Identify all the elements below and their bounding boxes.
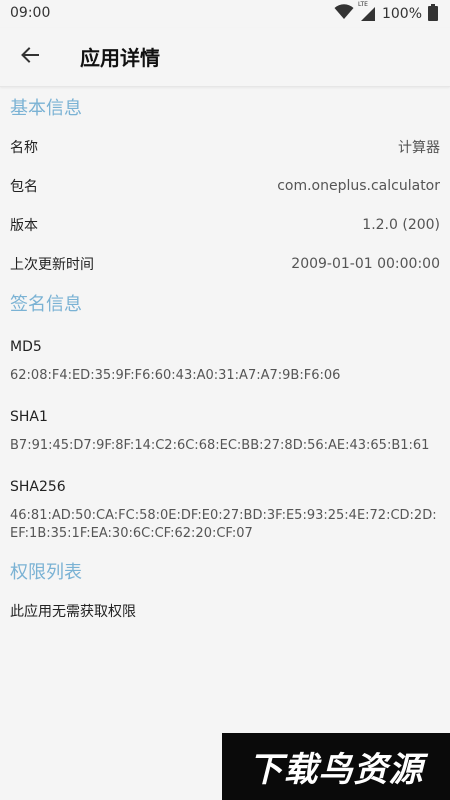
signature-item-sha1: SHA1 B7:91:45:D7:9F:8F:14:C2:6C:68:EC:BB…: [0, 393, 450, 463]
signature-value: 46:81:AD:50:CA:FC:58:0E:DF:E0:27:BD:3F:E…: [10, 508, 437, 541]
wifi-icon: [334, 4, 354, 24]
info-row-name: 名称 计算器: [0, 127, 450, 166]
info-row-last-updated: 上次更新时间 2009-01-01 00:00:00: [0, 244, 450, 283]
battery-icon: [428, 3, 438, 25]
signature-label: SHA1: [10, 409, 48, 425]
section-header-basic-info: 基本信息: [10, 98, 82, 119]
signature-item-md5: MD5 62:08:F4:ED:35:9F:F6:60:43:A0:31:A7:…: [0, 323, 450, 393]
section-header-permissions: 权限列表: [10, 562, 82, 583]
status-icons: LTE 100%: [334, 1, 438, 25]
signature-value: B7:91:45:D7:9F:8F:14:C2:6C:68:EC:BB:27:8…: [10, 438, 430, 453]
info-value: com.oneplus.calculator: [277, 177, 440, 194]
app-bar: 应用详情: [0, 28, 450, 87]
watermark-logo: 下载鸟资源: [222, 733, 450, 800]
info-key: 版本: [10, 217, 38, 234]
signature-label: SHA256: [10, 479, 66, 495]
info-row-version: 版本 1.2.0 (200): [0, 205, 450, 244]
status-time: 09:00: [10, 5, 51, 21]
battery-percent: 100%: [381, 6, 422, 22]
info-key: 包名: [10, 178, 38, 195]
permissions-text: 此应用无需获取权限: [10, 604, 136, 620]
signal-icon: LTE: [358, 1, 376, 22]
signature-item-sha256: SHA256 46:81:AD:50:CA:FC:58:0E:DF:E0:27:…: [0, 463, 450, 551]
signature-label: MD5: [10, 339, 42, 355]
app-details-screen: 09:00 LTE 100% 应用详情 基本信息 名称 计算器 包名 com.o…: [0, 0, 450, 800]
info-value: 计算器: [398, 139, 440, 156]
info-row-package: 包名 com.oneplus.calculator: [0, 166, 450, 205]
details-content: 基本信息 名称 计算器 包名 com.oneplus.calculator 版本…: [0, 87, 450, 631]
info-key: 上次更新时间: [10, 256, 94, 273]
section-header-signature-info: 签名信息: [10, 294, 82, 315]
network-type-label: LTE: [357, 1, 368, 8]
info-value: 2009-01-01 00:00:00: [291, 255, 440, 272]
page-title: 应用详情: [80, 46, 160, 70]
arrow-left-icon: [20, 45, 40, 69]
info-key: 名称: [10, 139, 38, 156]
back-button[interactable]: [12, 39, 48, 75]
signature-value: 62:08:F4:ED:35:9F:F6:60:43:A0:31:A7:A7:9…: [10, 368, 341, 383]
info-value: 1.2.0 (200): [362, 216, 440, 233]
watermark-text: 下载鸟资源: [248, 750, 424, 790]
status-bar: 09:00 LTE 100%: [0, 0, 450, 28]
